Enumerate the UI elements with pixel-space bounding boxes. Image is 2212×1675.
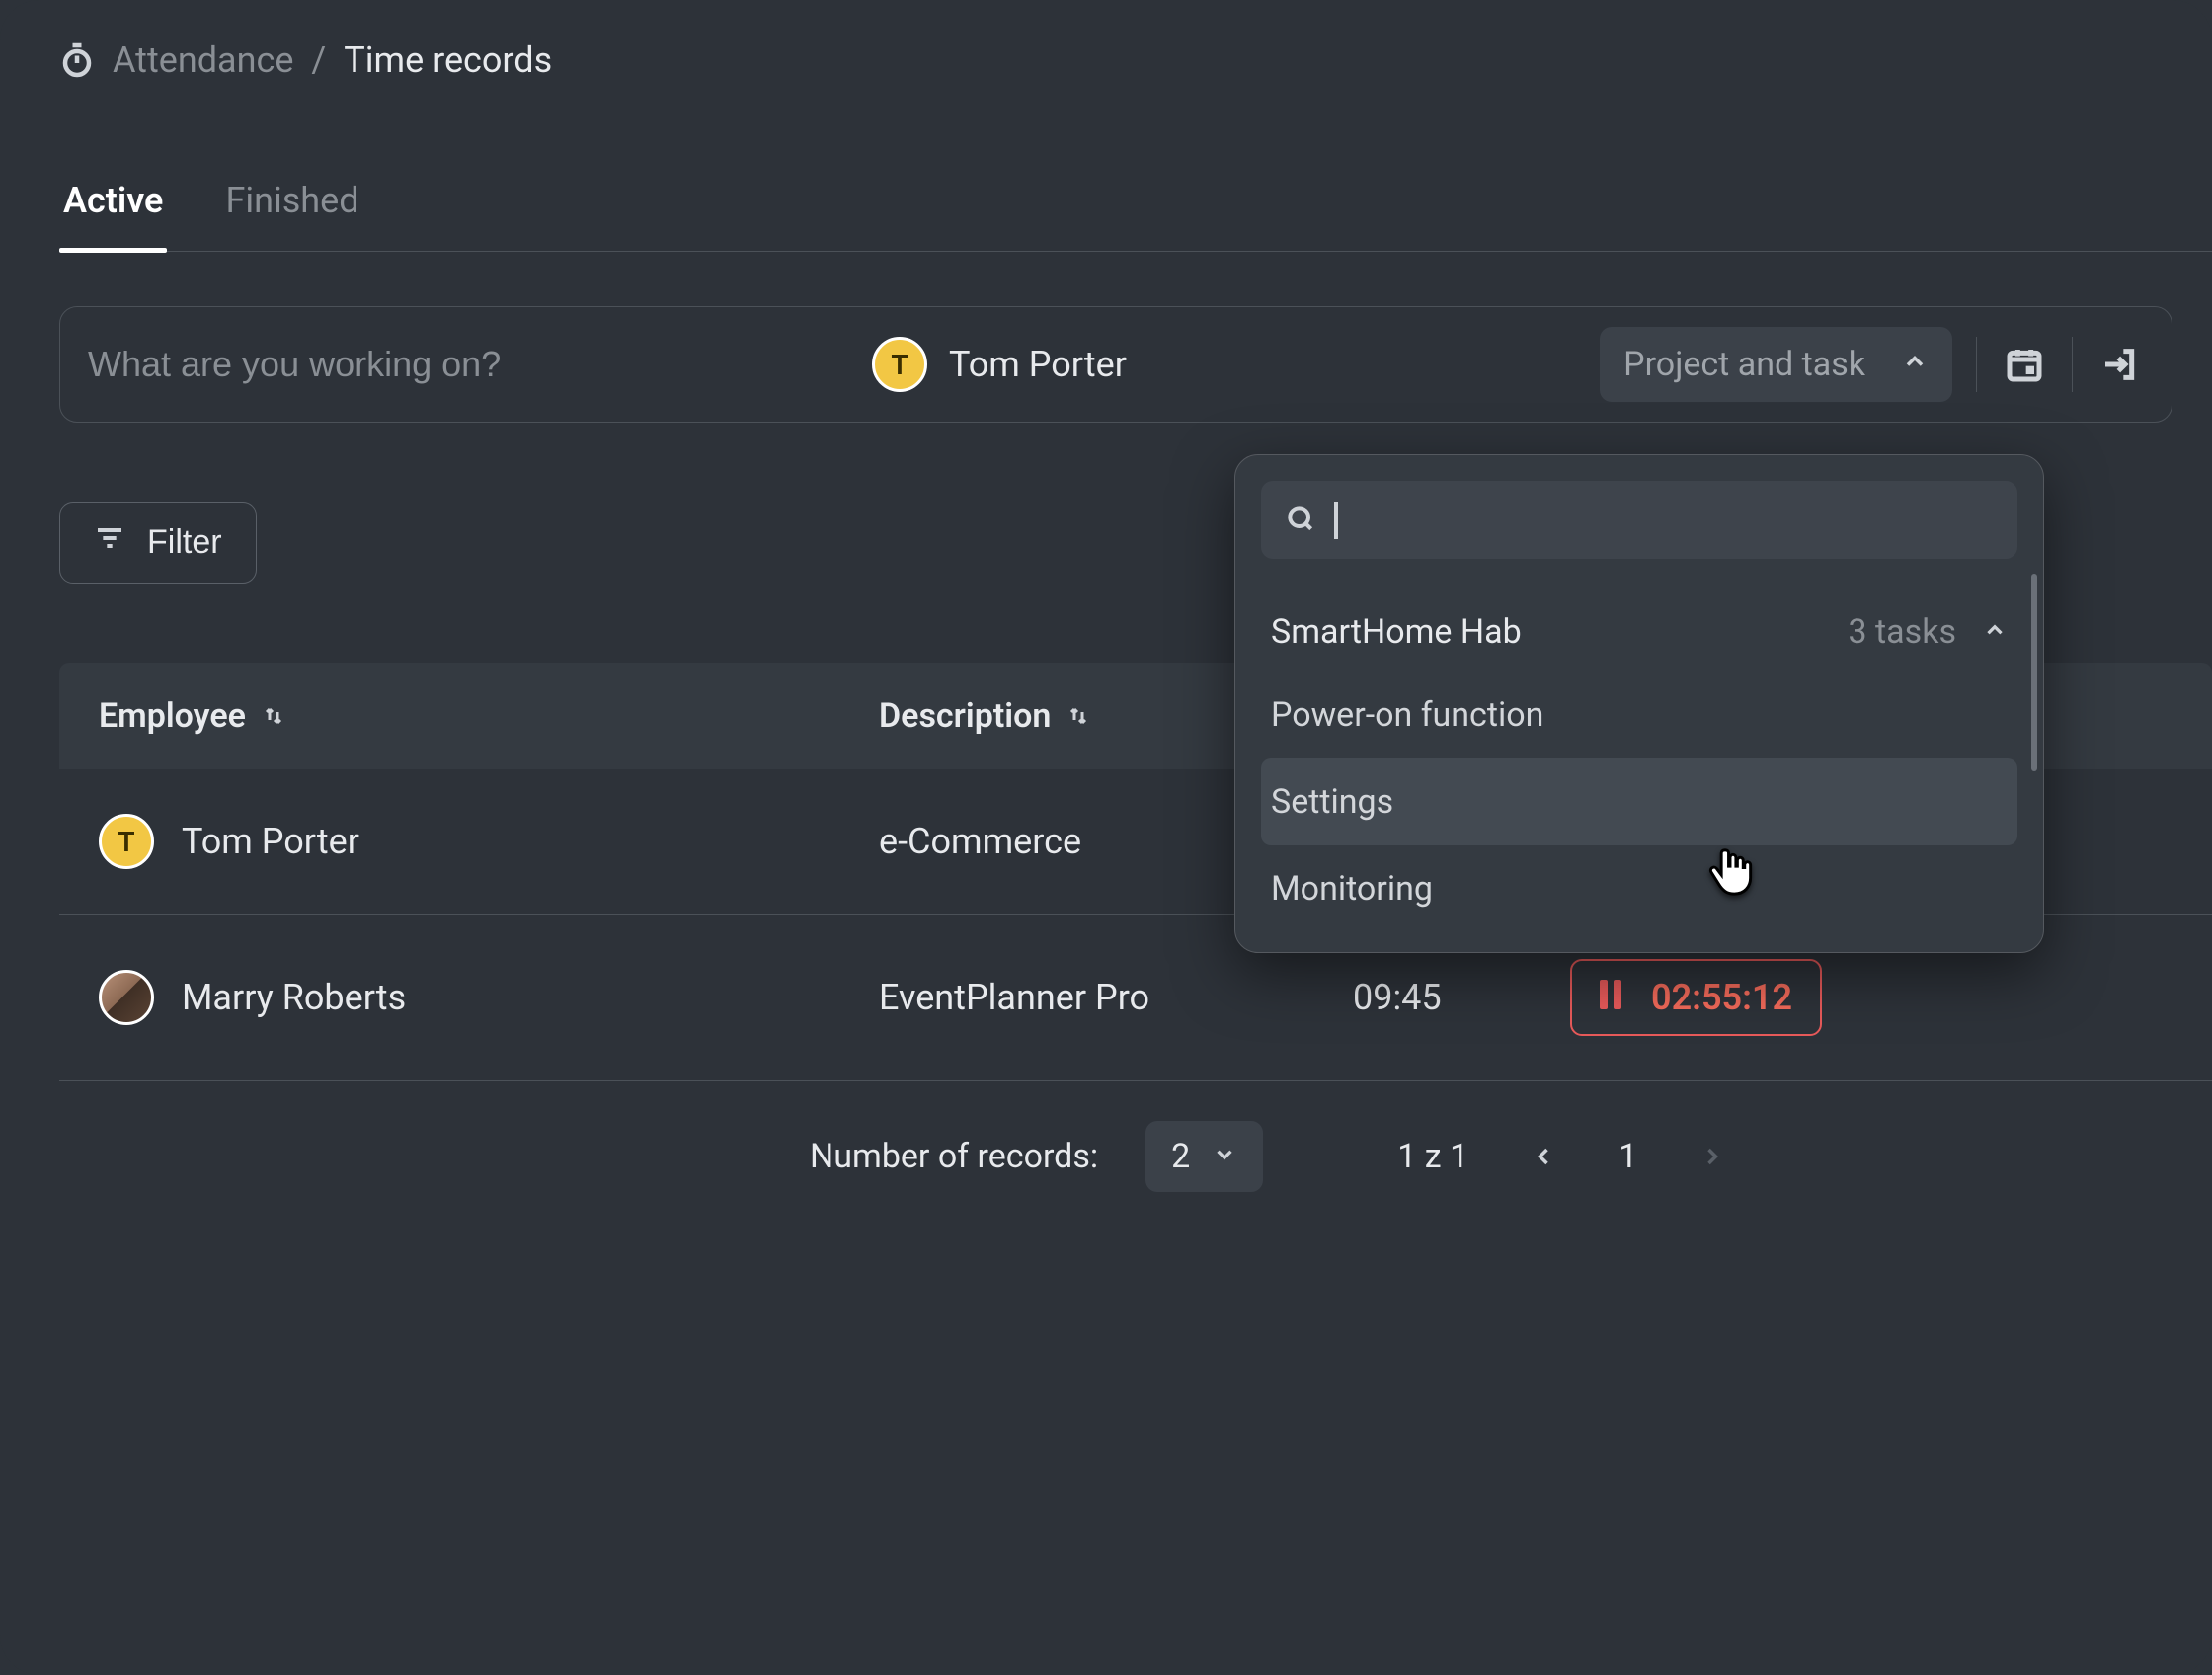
filter-button[interactable]: Filter [59, 502, 257, 584]
page-size-value: 2 [1171, 1137, 1190, 1176]
current-user-chip[interactable]: T Tom Porter [872, 337, 1127, 392]
breadcrumb-separator: / [311, 40, 326, 81]
dropdown-group[interactable]: SmartHome Hab 3 tasks [1261, 593, 2017, 672]
next-page-button[interactable] [1685, 1134, 1740, 1180]
page-size-select[interactable]: 2 [1146, 1121, 1263, 1192]
enter-button[interactable] [2096, 341, 2144, 388]
employee-name: Marry Roberts [182, 977, 406, 1018]
project-task-dropdown: SmartHome Hab 3 tasks Power-on function … [1234, 454, 2044, 953]
dropdown-item[interactable]: Power-on function [1261, 672, 2017, 758]
divider [1976, 337, 1977, 392]
cursor-hand-icon [1706, 844, 1754, 904]
avatar [99, 970, 154, 1025]
filter-icon [94, 522, 125, 563]
col-header-employee-label: Employee [99, 696, 246, 736]
sort-icon [1066, 704, 1090, 728]
pagination: Number of records: 2 1 z 1 1 [59, 1121, 2212, 1192]
project-task-select[interactable]: Project and task [1600, 327, 1952, 402]
row-description: EventPlanner Pro [879, 977, 1353, 1018]
col-header-description-label: Description [879, 696, 1051, 736]
pagination-label: Number of records: [810, 1137, 1098, 1176]
search-icon [1285, 503, 1316, 538]
row-start: 09:45 [1353, 977, 1570, 1018]
timer-value: 02:55:12 [1651, 977, 1792, 1018]
breadcrumb: Attendance / Time records [59, 40, 2212, 81]
tabs: Active Finished [59, 180, 2212, 252]
project-task-label: Project and task [1623, 345, 1865, 384]
avatar: T [99, 814, 154, 869]
col-header-employee[interactable]: Employee [99, 696, 879, 736]
page-number: 1 [1619, 1137, 1637, 1176]
text-caret [1334, 502, 1338, 539]
chevron-down-icon [1212, 1137, 1237, 1176]
avatar: T [872, 337, 927, 392]
dropdown-search-input[interactable] [1356, 501, 1994, 539]
chevron-up-icon [1901, 345, 1929, 384]
breadcrumb-parent[interactable]: Attendance [113, 40, 293, 81]
row-duration: 02:55:12 [1570, 959, 1866, 1036]
dropdown-item[interactable]: Monitoring [1261, 845, 2017, 932]
dropdown-group-count: 3 tasks [1849, 612, 1957, 652]
dropdown-search[interactable] [1261, 481, 2017, 559]
running-timer[interactable]: 02:55:12 [1570, 959, 1822, 1036]
scrollbar[interactable] [2031, 574, 2037, 771]
stopwatch-icon [59, 42, 95, 78]
dropdown-item[interactable]: Settings [1261, 758, 2017, 845]
sort-icon [262, 704, 285, 728]
calendar-button[interactable] [2001, 341, 2048, 388]
dropdown-group-name: SmartHome Hab [1271, 612, 1522, 652]
breadcrumb-current: Time records [344, 40, 552, 81]
current-user-name: Tom Porter [949, 344, 1127, 385]
app-root: Attendance / Time records Active Finishe… [0, 0, 2212, 1675]
pagination-summary: 1 z 1 [1397, 1137, 1468, 1176]
tab-finished[interactable]: Finished [221, 180, 362, 251]
pause-icon [1600, 977, 1627, 1018]
chevron-up-icon [1982, 612, 2008, 652]
filter-label: Filter [147, 523, 222, 562]
employee-name: Tom Porter [182, 821, 359, 862]
prev-page-button[interactable] [1516, 1134, 1571, 1180]
divider [2072, 337, 2073, 392]
tab-active[interactable]: Active [59, 180, 167, 251]
entry-bar: T Tom Porter Project and task [59, 306, 2172, 423]
task-input[interactable] [88, 344, 848, 385]
